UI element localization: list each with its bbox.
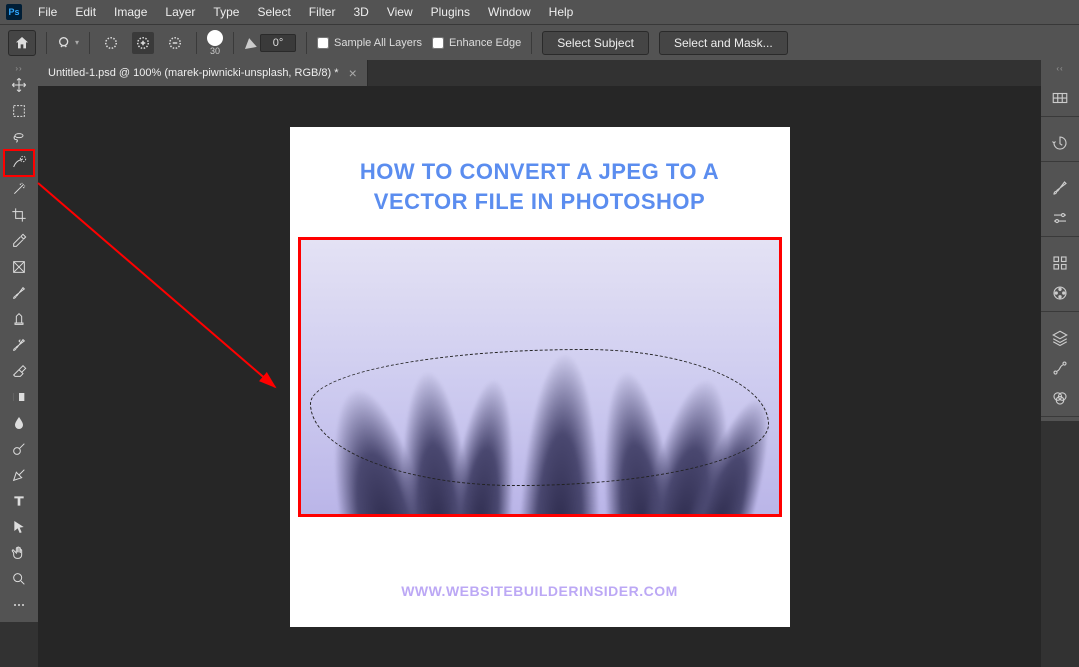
separator [306,32,307,54]
brush-settings-icon[interactable] [1048,206,1072,230]
new-selection-icon[interactable] [100,32,122,54]
menu-file[interactable]: File [30,2,65,22]
menu-filter[interactable]: Filter [301,2,344,22]
channels-icon[interactable] [1048,386,1072,410]
canvas-area[interactable]: HOW TO CONVERT A JPEG TO A VECTOR FILE I… [38,86,1041,667]
panels-rail: ‹‹ [1041,60,1079,421]
brush-size-label: 30 [210,46,220,56]
color-icon[interactable] [1048,281,1072,305]
brush-tool[interactable] [4,280,34,306]
swatches-icon[interactable] [1048,251,1072,275]
blur-tool[interactable] [4,410,34,436]
quick-selection-tool[interactable] [4,150,34,176]
dodge-tool[interactable] [4,436,34,462]
gradient-tool[interactable] [4,384,34,410]
zoom-tool[interactable] [4,566,34,592]
home-button[interactable] [8,30,36,56]
artboard-footer-url: WWW.WEBSITEBUILDERINSIDER.COM [290,583,790,599]
menu-plugins[interactable]: Plugins [423,2,478,22]
frame-tool[interactable] [4,254,34,280]
tools-panel: ›› [0,60,38,622]
headline-line1: HOW TO CONVERT A JPEG TO A [290,157,790,188]
eyedropper-tool[interactable] [4,228,34,254]
image-highlight-frame [298,237,782,517]
menu-layer[interactable]: Layer [157,2,203,22]
tool-preset-picker[interactable]: ▾ [57,32,79,54]
panel-handle-icon[interactable]: ›› [4,64,34,72]
headline-line2: VECTOR FILE IN PHOTOSHOP [290,187,790,218]
options-bar: ▾ 30 Sample All Layers Enhance Edge Sele… [0,24,1079,60]
enhance-edge-checkbox[interactable]: Enhance Edge [432,37,521,49]
angle-input[interactable] [260,34,296,52]
close-tab-icon[interactable]: × [349,65,357,81]
menu-3d[interactable]: 3D [345,2,376,22]
type-tool[interactable] [4,488,34,514]
angle-icon [243,37,257,49]
pen-tool[interactable] [4,462,34,488]
menu-type[interactable]: Type [205,2,247,22]
menu-bar: Ps File Edit Image Layer Type Select Fil… [0,0,1079,24]
document-tab-title: Untitled-1.psd @ 100% (marek-piwnicki-un… [48,67,339,79]
panel-handle-icon[interactable]: ‹‹ [1045,64,1075,72]
brushes-icon[interactable] [1048,176,1072,200]
menu-help[interactable]: Help [541,2,582,22]
lasso-tool[interactable] [4,124,34,150]
path-selection-tool[interactable] [4,514,34,540]
brush-angle[interactable] [244,34,296,52]
select-and-mask-button[interactable]: Select and Mask... [659,31,788,55]
menu-view[interactable]: View [379,2,421,22]
add-to-selection-icon[interactable] [132,32,154,54]
magic-wand-tool[interactable] [4,176,34,202]
artboard: HOW TO CONVERT A JPEG TO A VECTOR FILE I… [290,127,790,627]
menu-window[interactable]: Window [480,2,539,22]
separator [531,32,532,54]
marquee-tool[interactable] [4,98,34,124]
document-tab[interactable]: Untitled-1.psd @ 100% (marek-piwnicki-un… [38,60,368,86]
history-icon[interactable] [1048,131,1072,155]
history-brush-tool[interactable] [4,332,34,358]
artboard-headline: HOW TO CONVERT A JPEG TO A VECTOR FILE I… [290,157,790,219]
move-tool[interactable] [4,72,34,98]
hand-tool[interactable] [4,540,34,566]
enhance-edge-input[interactable] [432,37,444,49]
select-subject-button[interactable]: Select Subject [542,31,649,55]
brush-picker[interactable]: 30 [207,30,223,56]
crop-tool[interactable] [4,202,34,228]
paths-icon[interactable] [1048,356,1072,380]
menu-image[interactable]: Image [106,2,155,22]
menu-edit[interactable]: Edit [67,2,104,22]
app-logo: Ps [6,4,22,20]
menu-select[interactable]: Select [249,2,298,22]
eraser-tool[interactable] [4,358,34,384]
document-tab-bar: Untitled-1.psd @ 100% (marek-piwnicki-un… [0,60,1079,86]
brush-dot-icon [207,30,223,46]
separator [89,32,90,54]
enhance-edge-label: Enhance Edge [449,37,521,49]
separator [196,32,197,54]
sample-all-layers-checkbox[interactable]: Sample All Layers [317,37,422,49]
separator [233,32,234,54]
sample-all-layers-label: Sample All Layers [334,37,422,49]
layers-icon[interactable] [1048,326,1072,350]
guides-icon[interactable] [1048,86,1072,110]
clone-stamp-tool[interactable] [4,306,34,332]
subtract-from-selection-icon[interactable] [164,32,186,54]
edit-toolbar-icon[interactable] [4,592,34,618]
sample-all-layers-input[interactable] [317,37,329,49]
separator [46,32,47,54]
